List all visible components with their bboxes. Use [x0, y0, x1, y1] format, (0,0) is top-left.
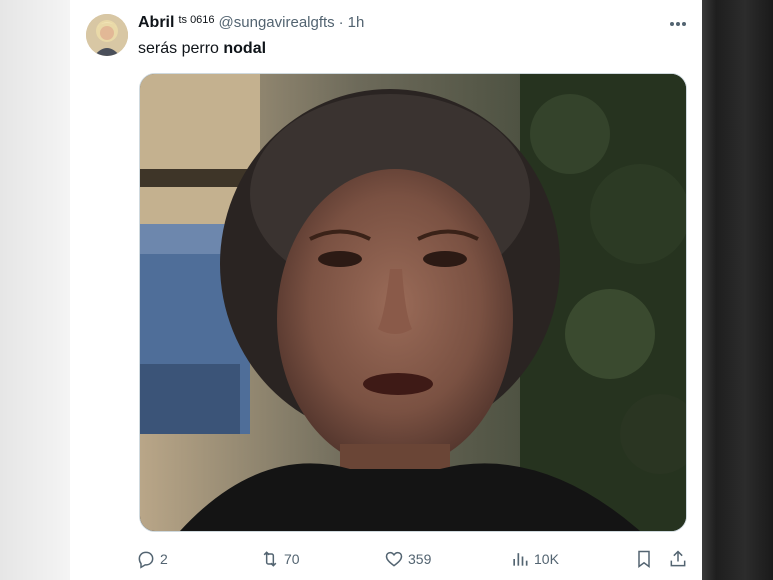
right-background: [702, 0, 773, 580]
retweet-count: 70: [284, 551, 300, 567]
bookmark-button[interactable]: [634, 545, 658, 573]
tweet-header: Abril ts 0616 @sungavirealgfts · 1h: [138, 14, 364, 36]
reply-bubble-icon: [138, 551, 154, 569]
views-count: 10K: [534, 551, 559, 567]
left-background: [0, 0, 70, 580]
tweet-text: serás perro nodal: [138, 40, 266, 58]
retweet-button[interactable]: 70: [260, 545, 300, 573]
avatar[interactable]: [86, 14, 128, 56]
tweet-media-video[interactable]: [139, 73, 687, 532]
timestamp[interactable]: 1h: [348, 14, 365, 31]
tweet-text-bold[interactable]: nodal: [223, 40, 266, 57]
views-button[interactable]: 10K: [510, 545, 559, 573]
like-count: 359: [408, 551, 432, 567]
reply-count: 2: [160, 551, 168, 567]
tweet-card[interactable]: Abril ts 0616 @sungavirealgfts · 1h será…: [70, 0, 702, 580]
share-upload-icon: [670, 550, 686, 567]
display-name[interactable]: Abril: [138, 14, 174, 32]
retweet-icon: [263, 551, 277, 567]
share-button[interactable]: [668, 545, 692, 573]
page: Abril ts 0616 @sungavirealgfts · 1h será…: [0, 0, 773, 580]
tweet-text-plain: serás perro: [138, 40, 219, 57]
action-bar: 2 70 359 10K: [136, 545, 692, 573]
like-button[interactable]: 359: [384, 545, 431, 573]
bookmark-icon: [638, 550, 650, 568]
separator-dot: ·: [338, 14, 344, 31]
name-suffix: ts 0616: [178, 14, 215, 26]
reply-button[interactable]: 2: [136, 545, 168, 573]
more-horizontal-icon[interactable]: [668, 16, 688, 32]
bar-chart-icon: [513, 553, 528, 566]
user-handle[interactable]: @sungavirealgfts: [219, 14, 335, 31]
heart-icon: [385, 551, 403, 567]
